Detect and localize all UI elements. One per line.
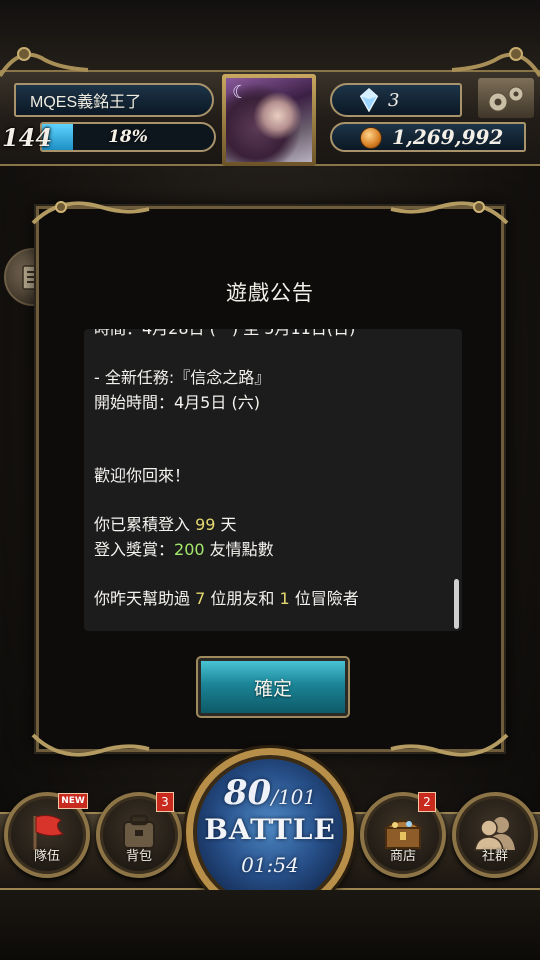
nav-social-button[interactable]: 社群 bbox=[452, 792, 538, 878]
stamina-timer: 01:54 bbox=[241, 853, 299, 877]
player-name-bar[interactable]: MQES義銘王了 bbox=[14, 83, 214, 117]
announcement-line bbox=[94, 489, 448, 514]
dialog-ornament-bottom-right-icon bbox=[390, 733, 509, 757]
announcement-line: 登入獎賞：200 友情點數 bbox=[94, 538, 448, 563]
exp-percent: 18% bbox=[108, 127, 148, 147]
announcement-line bbox=[94, 440, 448, 465]
nav-shop-label: 商店 bbox=[389, 849, 416, 864]
exp-bar: 18% bbox=[40, 122, 216, 152]
settings-button[interactable] bbox=[478, 78, 534, 118]
coin-count: 1,269,992 bbox=[392, 125, 504, 149]
announcement-line: 你昨天幫助過 7 位朋友和 1 位冒險者 bbox=[94, 587, 448, 612]
team-new-badge: NEW bbox=[58, 793, 88, 809]
gem-bar[interactable]: 3 bbox=[330, 83, 462, 117]
confirm-button[interactable]: 確定 bbox=[196, 656, 350, 718]
bag-count-badge: 3 bbox=[156, 792, 174, 812]
moon-icon: ☾ bbox=[232, 82, 249, 103]
gem-icon bbox=[359, 88, 379, 112]
dialog-ornament-top-left-icon bbox=[31, 201, 150, 225]
dialog-ornament-top-right-icon bbox=[390, 201, 509, 225]
announcement-line bbox=[94, 342, 448, 367]
stamina-current: 80 bbox=[223, 773, 272, 813]
avatar: ☾ bbox=[226, 78, 312, 162]
line-text: - 全新任務:『信念之路』 bbox=[94, 368, 271, 387]
avatar-frame[interactable]: ☾ bbox=[222, 74, 316, 166]
player-name: MQES義銘王了 bbox=[30, 94, 142, 111]
battle-label: BATTLE bbox=[204, 813, 336, 846]
ornament-right-icon bbox=[451, 47, 540, 78]
announcement-dialog: 遊戲公告 時間：4月28日 (一) 至 5月11日(日) - 全新任務:『信念之… bbox=[31, 201, 509, 757]
gear-icon bbox=[488, 86, 524, 112]
highlight-value: 99 bbox=[195, 515, 216, 534]
footer-plate bbox=[0, 890, 540, 960]
announcement-line: 你已累積登入 99 天 bbox=[94, 513, 448, 538]
ornament-left-icon bbox=[0, 47, 89, 78]
announcement-line bbox=[94, 415, 448, 440]
announcement-content[interactable]: 時間：4月28日 (一) 至 5月11日(日) - 全新任務:『信念之路』開始時… bbox=[84, 329, 462, 631]
line-text: 登入獎賞： bbox=[94, 539, 175, 559]
line-text: 友情點數 bbox=[204, 539, 274, 559]
line-text: 時間：4月28日 (一) 至 5月11日(日) bbox=[94, 329, 355, 338]
stamina-max: /101 bbox=[271, 785, 317, 809]
scrollbar[interactable] bbox=[454, 579, 459, 629]
announcement-line: 時間：4月28日 (一) 至 5月11日(日) bbox=[94, 329, 448, 342]
line-text: 歡迎你回來！ bbox=[94, 466, 191, 485]
gem-count: 3 bbox=[388, 89, 400, 111]
line-text: 位冒險者 bbox=[289, 588, 359, 608]
dialog-ornament-bottom-left-icon bbox=[31, 733, 150, 757]
line-text: 天 bbox=[215, 515, 237, 534]
announcement-line: 歡迎你回來！ bbox=[94, 464, 448, 489]
announcement-line: - 全新任務:『信念之路』 bbox=[94, 366, 448, 391]
highlight-value: 7 bbox=[195, 588, 206, 608]
line-text: 你昨天幫助過 bbox=[94, 588, 196, 608]
coin-icon bbox=[360, 127, 382, 149]
nav-bag-label: 背包 bbox=[125, 849, 152, 864]
announcement-line bbox=[94, 562, 448, 587]
header: MQES義銘王了 144 18% ☾ 3 1,269,992 bbox=[0, 0, 540, 166]
highlight-value: 200 bbox=[174, 539, 205, 559]
line-text: 位朋友和 bbox=[205, 588, 280, 608]
nav-social-label: 社群 bbox=[481, 849, 508, 864]
announcement-text: 時間：4月28日 (一) 至 5月11日(日) - 全新任務:『信念之路』開始時… bbox=[94, 329, 448, 611]
stamina-display: 80/101 bbox=[193, 773, 347, 813]
line-text: 開始時間：4月5日 (六) bbox=[94, 392, 260, 412]
shop-count-badge: 2 bbox=[418, 792, 436, 812]
dialog-title: 遊戲公告 bbox=[226, 281, 314, 305]
line-text: 你已累積登入 bbox=[94, 515, 196, 534]
highlight-value: 1 bbox=[279, 588, 290, 608]
announcement-line: 開始時間：4月5日 (六) bbox=[94, 391, 448, 416]
player-level: 144 bbox=[1, 122, 53, 152]
nav-team-label: 隊伍 bbox=[33, 849, 60, 864]
coin-bar[interactable]: 1,269,992 bbox=[330, 122, 526, 152]
